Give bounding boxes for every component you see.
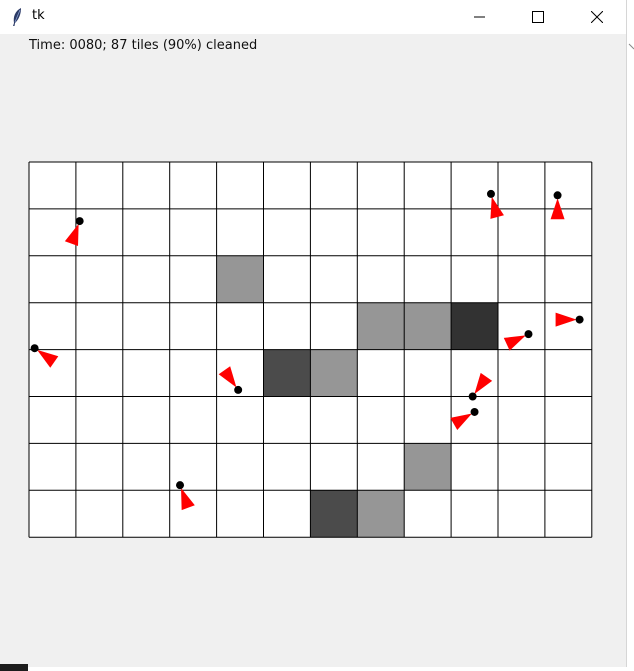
robot-position-dot	[468, 392, 477, 401]
robot-position-dot	[575, 315, 584, 324]
dirty-tile	[357, 302, 405, 350]
dirty-tile	[357, 490, 405, 538]
robot-position-dot	[553, 191, 562, 200]
robot-position-dot	[524, 330, 533, 339]
window-edge	[627, 0, 634, 671]
robot-position-dot	[75, 217, 84, 226]
dirty-tile	[404, 302, 452, 350]
robot-position-dot	[176, 481, 185, 490]
dirty-tile	[216, 255, 264, 303]
partial-close-icon	[628, 43, 634, 50]
robot-position-dot	[486, 189, 495, 198]
taskbar-fragment	[0, 664, 28, 671]
window-edge	[0, 667, 634, 671]
dirty-tile	[404, 443, 452, 491]
robot-position-dot	[470, 407, 479, 416]
dirty-tile	[310, 349, 358, 397]
robot-position-dot	[30, 344, 39, 353]
robot-position-dot	[234, 385, 243, 394]
dirty-tile	[263, 349, 311, 397]
dirty-tile	[310, 490, 358, 538]
room-canvas	[28, 161, 593, 538]
dirty-tile	[451, 302, 498, 350]
